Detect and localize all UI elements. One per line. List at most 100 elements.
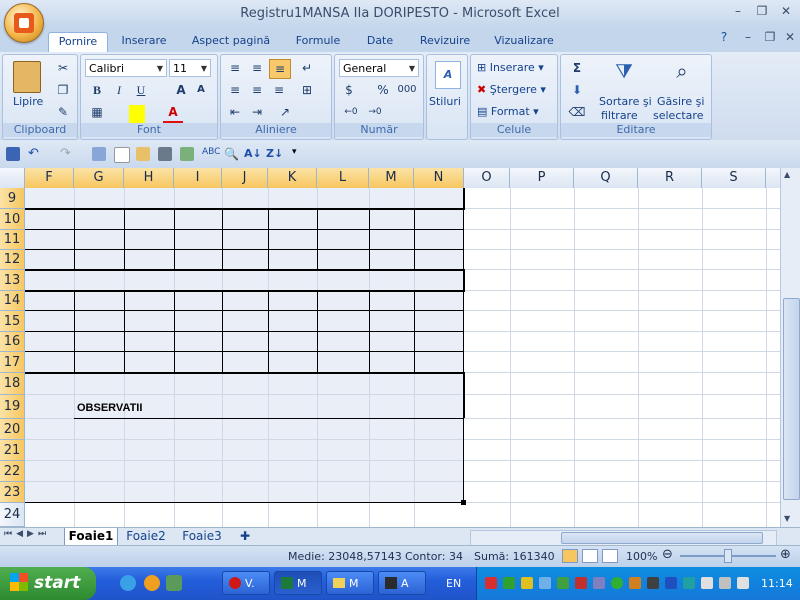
row-header[interactable]: 21 — [0, 440, 25, 461]
increase-decimal-icon[interactable]: ←0 — [341, 103, 361, 121]
select-all-corner[interactable] — [0, 168, 25, 188]
row-header[interactable]: 12 — [0, 250, 25, 270]
row-header[interactable]: 23 — [0, 482, 25, 503]
scroll-down-icon[interactable]: ▼ — [784, 514, 790, 523]
grow-font-icon[interactable]: A — [171, 81, 191, 99]
tab-pornire[interactable]: Pornire — [48, 32, 108, 53]
row-header[interactable]: 13 — [0, 270, 25, 291]
decrease-decimal-icon[interactable]: →0 — [365, 103, 385, 121]
sheet-tab-foaie3[interactable]: Foaie3 — [176, 528, 228, 545]
zoom-in-icon[interactable]: ⊕ — [780, 547, 791, 562]
tab-formule[interactable]: Formule — [288, 32, 348, 52]
tray-icon[interactable] — [737, 577, 749, 589]
ribbon-close-button[interactable]: ✕ — [780, 30, 800, 46]
wrap-text-icon[interactable]: ↵ — [297, 59, 317, 77]
decrease-indent-icon[interactable]: ⇤ — [225, 103, 245, 121]
worksheet-grid[interactable]: OBSERVATII — [25, 188, 780, 527]
minimize-button[interactable]: – — [728, 4, 748, 20]
paste-label[interactable]: Lipire — [13, 95, 43, 108]
autosum-button[interactable]: Σ — [567, 59, 587, 77]
clear-icon[interactable]: ⌫ — [567, 103, 587, 121]
column-header[interactable]: J — [222, 168, 268, 188]
help-icon[interactable]: ? — [714, 30, 734, 46]
ribbon-restore-button[interactable]: ❐ — [760, 30, 780, 46]
zoom-out-icon[interactable]: ⊖ — [662, 547, 673, 562]
tray-icon[interactable] — [647, 577, 659, 589]
tray-icon[interactable] — [683, 577, 695, 589]
volume-icon[interactable] — [629, 577, 641, 589]
align-center-icon[interactable]: ≡ — [247, 81, 267, 99]
zoom-level[interactable]: 100% — [626, 550, 657, 563]
row-header[interactable]: 14 — [0, 291, 25, 311]
vertical-scrollbar[interactable]: ▲ ▼ — [780, 168, 800, 527]
tray-icon[interactable] — [503, 577, 515, 589]
tab-aspect-pagina[interactable]: Aspect pagină — [186, 32, 276, 52]
page-break-icon[interactable] — [602, 549, 618, 563]
sheet-nav-icon[interactable]: ⏮◀▶⏭ — [4, 529, 50, 539]
row-header[interactable]: 11 — [0, 230, 25, 250]
row-header[interactable]: 22 — [0, 461, 25, 482]
styles-label[interactable]: Stiluri — [429, 95, 461, 108]
tray-icon[interactable] — [485, 577, 497, 589]
column-header[interactable]: I — [174, 168, 222, 188]
undo-icon[interactable]: ↶ — [28, 147, 42, 161]
sort-filter-label-2[interactable]: filtrare — [601, 109, 638, 122]
page-layout-icon[interactable] — [582, 549, 598, 563]
clock[interactable]: 11:14 — [761, 577, 793, 590]
column-header[interactable]: P — [510, 168, 574, 188]
paste-icon[interactable] — [13, 61, 41, 93]
horizontal-scroll-thumb[interactable] — [561, 532, 763, 544]
sheet-tab-foaie1[interactable]: Foaie1 — [64, 528, 118, 546]
tab-date[interactable]: Date — [358, 32, 402, 52]
insert-sheet-icon[interactable]: ✚ — [234, 528, 256, 545]
normal-view-icon[interactable] — [562, 549, 578, 563]
format-cells-button[interactable]: ▤ Format ▾ — [477, 105, 539, 118]
scroll-up-icon[interactable]: ▲ — [784, 170, 790, 179]
tab-revizuire[interactable]: Revizuire — [414, 32, 476, 52]
delete-cells-button[interactable]: ✖ Ştergere ▾ — [477, 83, 546, 96]
copy-icon[interactable]: ❐ — [53, 81, 73, 99]
row-header[interactable]: 18 — [0, 373, 25, 395]
taskbar-button-excel[interactable]: M — [274, 571, 322, 595]
find-select-label-1[interactable]: Găsire şi — [657, 95, 704, 108]
format-painter-icon[interactable]: ✎ — [53, 103, 73, 121]
cell-observatii[interactable]: OBSERVATII — [77, 402, 142, 414]
vertical-scroll-thumb[interactable] — [783, 298, 800, 500]
italic-button[interactable]: I — [109, 81, 129, 99]
save-icon[interactable] — [6, 147, 20, 161]
align-top-icon[interactable]: ≡ — [225, 59, 245, 77]
row-header[interactable]: 10 — [0, 209, 25, 230]
thousands-button[interactable]: 000 — [397, 81, 417, 99]
taskbar-button-opera[interactable]: V. — [222, 571, 270, 595]
taskbar-button-folder[interactable]: M — [326, 571, 374, 595]
shrink-font-icon[interactable]: A — [191, 81, 211, 99]
sort-filter-label-1[interactable]: Sortare şi — [599, 95, 652, 108]
language-indicator[interactable]: EN — [446, 577, 461, 590]
bluetooth-icon[interactable] — [665, 577, 677, 589]
align-left-icon[interactable]: ≡ — [225, 81, 245, 99]
email-icon[interactable] — [180, 147, 194, 161]
row-header[interactable]: 24 — [0, 503, 25, 527]
row-header[interactable]: 9 — [0, 188, 25, 209]
row-header[interactable]: 20 — [0, 419, 25, 440]
borders-icon[interactable]: ▦ — [87, 103, 107, 121]
fill-icon[interactable]: ⬇ — [567, 81, 587, 99]
font-name-select[interactable]: Calibri ▼ — [85, 59, 167, 77]
zoom-icon[interactable]: 🔍 — [224, 147, 239, 161]
column-header[interactable]: N — [414, 168, 464, 188]
increase-indent-icon[interactable]: ⇥ — [247, 103, 267, 121]
tray-icon[interactable] — [611, 577, 623, 589]
print-icon[interactable] — [158, 147, 172, 161]
row-header[interactable]: 19 — [0, 395, 25, 419]
network-icon[interactable] — [701, 577, 713, 589]
close-button[interactable]: ✕ — [776, 4, 796, 20]
percent-button[interactable]: % — [373, 81, 393, 99]
row-header[interactable]: 15 — [0, 311, 25, 332]
customize-qat-icon[interactable]: ▾ — [292, 147, 306, 161]
find-select-label-2[interactable]: selectare — [653, 109, 703, 122]
office-button[interactable] — [4, 3, 44, 43]
bold-button[interactable]: B — [87, 81, 107, 99]
tray-icon[interactable] — [719, 577, 731, 589]
font-size-select[interactable]: 11 ▼ — [169, 59, 211, 77]
align-bottom-icon[interactable]: ≡ — [269, 59, 291, 79]
